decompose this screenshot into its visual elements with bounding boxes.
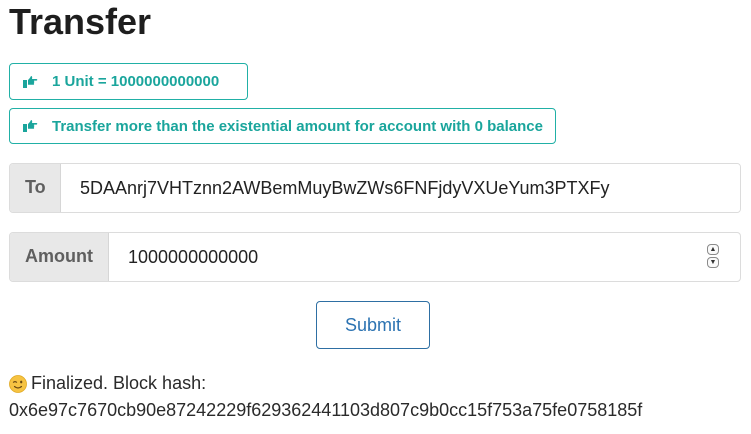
to-address-input[interactable] bbox=[61, 164, 740, 212]
stepper-up-icon[interactable]: ▲ bbox=[707, 244, 719, 255]
amount-field-group: Amount ▲ ▼ bbox=[9, 232, 741, 282]
pointing-hand-icon bbox=[23, 75, 38, 88]
stepper-down-icon[interactable]: ▼ bbox=[707, 257, 719, 268]
status-label: Finalized. Block hash: bbox=[31, 373, 207, 393]
existential-amount-notice: Transfer more than the existential amoun… bbox=[9, 108, 556, 144]
transfer-page: Transfer 1 Unit = 1000000000000 Transfer… bbox=[0, 0, 751, 434]
unit-info-notice: 1 Unit = 1000000000000 bbox=[9, 63, 248, 100]
pointing-hand-icon bbox=[23, 120, 38, 132]
status-line: Finalized. Block hash: bbox=[9, 370, 642, 397]
notice-text: 1 Unit = 1000000000000 bbox=[52, 73, 220, 90]
page-title: Transfer bbox=[9, 1, 152, 42]
notice-text: Transfer more than the existential amoun… bbox=[52, 117, 543, 135]
to-label: To bbox=[10, 164, 61, 212]
amount-label: Amount bbox=[10, 233, 109, 281]
submit-button[interactable]: Submit bbox=[316, 301, 430, 349]
transaction-status: Finalized. Block hash: 0x6e97c7670cb90e8… bbox=[9, 370, 642, 424]
amount-input[interactable] bbox=[109, 233, 707, 281]
block-hash: 0x6e97c7670cb90e87242229f629362441103d80… bbox=[9, 400, 643, 420]
wink-emoji-icon bbox=[9, 374, 27, 393]
to-field-group: To bbox=[9, 163, 741, 213]
amount-stepper[interactable]: ▲ ▼ bbox=[707, 244, 721, 270]
